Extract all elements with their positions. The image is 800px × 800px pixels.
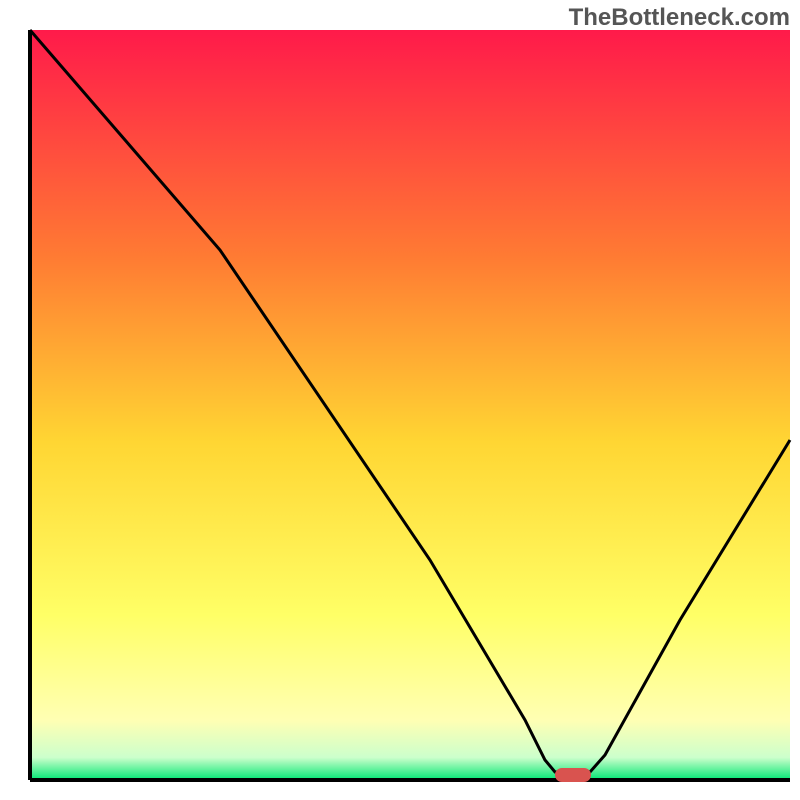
chart-container: TheBottleneck.com bbox=[0, 0, 800, 800]
marker-point bbox=[555, 768, 591, 782]
gradient-background bbox=[30, 30, 790, 780]
chart-svg bbox=[0, 0, 800, 800]
